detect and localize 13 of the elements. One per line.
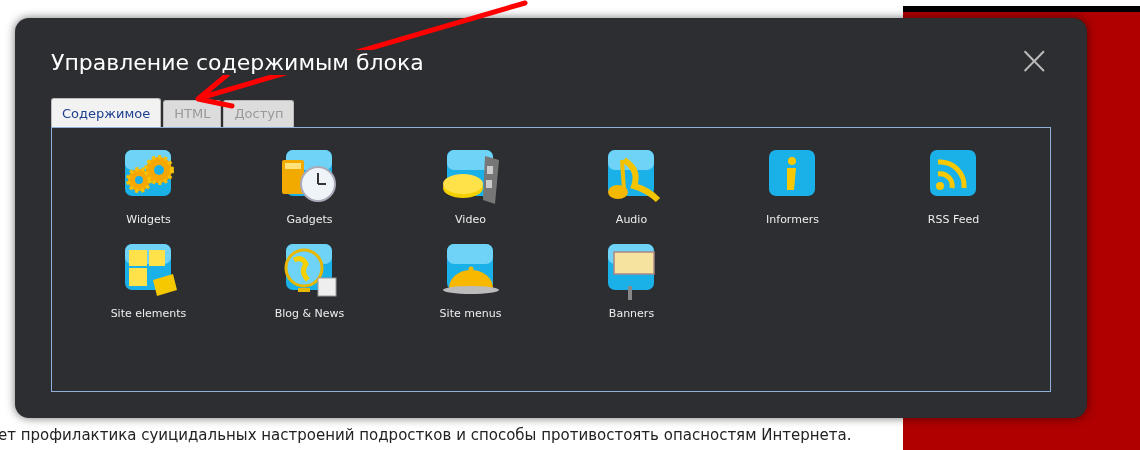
content-type-item[interactable]: Site elements bbox=[68, 240, 229, 334]
dialog-title: Управление содержимым блока bbox=[51, 49, 424, 75]
content-type-item[interactable]: Audio bbox=[551, 146, 712, 240]
content-type-item[interactable]: RSS Feed bbox=[873, 146, 1034, 240]
content-type-item[interactable]: Informers bbox=[712, 146, 873, 240]
close-button[interactable]: × bbox=[1017, 40, 1051, 84]
content-type-item[interactable]: Widgets bbox=[68, 146, 229, 240]
content-type-item[interactable]: Site menus bbox=[390, 240, 551, 334]
content-type-item[interactable]: Video bbox=[390, 146, 551, 240]
content-type-item[interactable]: Gadgets bbox=[229, 146, 390, 240]
content-type-item[interactable]: Blog & News bbox=[229, 240, 390, 334]
content-type-item[interactable]: Banners bbox=[551, 240, 712, 334]
tab[interactable]: Содержимое bbox=[51, 98, 162, 127]
